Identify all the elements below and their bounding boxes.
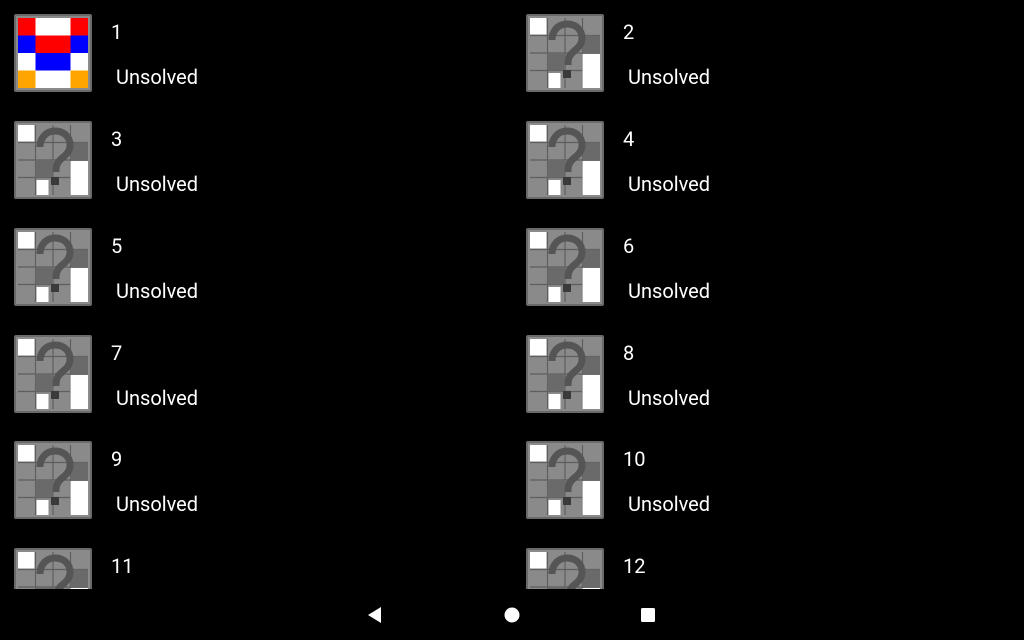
level-item-4[interactable]: 4 Unsolved xyxy=(526,121,1006,205)
level-item-12[interactable]: 12 xyxy=(526,548,1006,589)
level-status: Unsolved xyxy=(116,386,199,410)
level-number: 8 xyxy=(623,341,635,365)
level-10-thumbnail xyxy=(526,441,604,519)
level-item-1[interactable]: 1 Unsolved xyxy=(14,14,494,98)
question-mark-icon xyxy=(18,552,88,589)
question-mark-icon xyxy=(18,339,88,409)
level-3-thumbnail xyxy=(14,121,92,199)
question-mark-icon xyxy=(18,232,88,302)
level-number: 11 xyxy=(111,554,134,578)
question-mark-icon xyxy=(18,445,88,515)
level-number: 1 xyxy=(111,20,123,44)
level-status: Unsolved xyxy=(116,279,199,303)
solved-pattern-icon xyxy=(18,18,88,88)
question-mark-icon xyxy=(530,339,600,409)
question-mark-icon xyxy=(530,445,600,515)
level-5-thumbnail xyxy=(14,228,92,306)
level-select-screen: 1 Unsolved 2 Unsolved 3 Unsolved 4 Unsol… xyxy=(0,0,1024,640)
level-item-6[interactable]: 6 Unsolved xyxy=(526,228,1006,312)
level-4-thumbnail xyxy=(526,121,604,199)
level-item-3[interactable]: 3 Unsolved xyxy=(14,121,494,205)
level-number: 7 xyxy=(111,341,123,365)
level-status: Unsolved xyxy=(116,492,199,516)
level-number: 5 xyxy=(111,234,123,258)
question-mark-icon xyxy=(530,232,600,302)
level-number: 6 xyxy=(623,234,635,258)
question-mark-icon xyxy=(18,125,88,195)
level-1-thumbnail xyxy=(14,14,92,92)
level-status: Unsolved xyxy=(116,65,199,89)
level-6-thumbnail xyxy=(526,228,604,306)
level-9-thumbnail xyxy=(14,441,92,519)
level-status: Unsolved xyxy=(628,386,711,410)
system-navigation-bar xyxy=(0,589,1024,640)
level-12-thumbnail xyxy=(526,548,604,589)
level-7-thumbnail xyxy=(14,335,92,413)
level-status: Unsolved xyxy=(628,172,711,196)
level-item-9[interactable]: 9 Unsolved xyxy=(14,441,494,525)
level-status: Unsolved xyxy=(628,279,711,303)
back-button[interactable] xyxy=(345,589,405,640)
level-item-8[interactable]: 8 Unsolved xyxy=(526,335,1006,419)
level-2-thumbnail xyxy=(526,14,604,92)
level-item-2[interactable]: 2 Unsolved xyxy=(526,14,1006,98)
level-number: 10 xyxy=(623,447,646,471)
level-item-10[interactable]: 10 Unsolved xyxy=(526,441,1006,525)
level-number: 12 xyxy=(623,554,646,578)
level-11-thumbnail xyxy=(14,548,92,589)
level-item-7[interactable]: 7 Unsolved xyxy=(14,335,494,419)
level-item-11[interactable]: 11 xyxy=(14,548,494,589)
level-status: Unsolved xyxy=(116,172,199,196)
level-item-5[interactable]: 5 Unsolved xyxy=(14,228,494,312)
level-number: 2 xyxy=(623,20,635,44)
home-button[interactable] xyxy=(482,589,542,640)
level-status: Unsolved xyxy=(628,492,711,516)
level-number: 3 xyxy=(111,127,123,151)
question-mark-icon xyxy=(530,18,600,88)
level-8-thumbnail xyxy=(526,335,604,413)
back-triangle-icon xyxy=(368,606,381,623)
question-mark-icon xyxy=(530,552,600,589)
recents-button[interactable] xyxy=(618,589,678,640)
level-status: Unsolved xyxy=(628,65,711,89)
level-number: 4 xyxy=(623,127,635,151)
level-number: 9 xyxy=(111,447,123,471)
recents-square-icon xyxy=(641,607,655,622)
home-circle-icon xyxy=(504,607,520,622)
level-list[interactable]: 1 Unsolved 2 Unsolved 3 Unsolved 4 Unsol… xyxy=(0,0,1024,589)
question-mark-icon xyxy=(530,125,600,195)
